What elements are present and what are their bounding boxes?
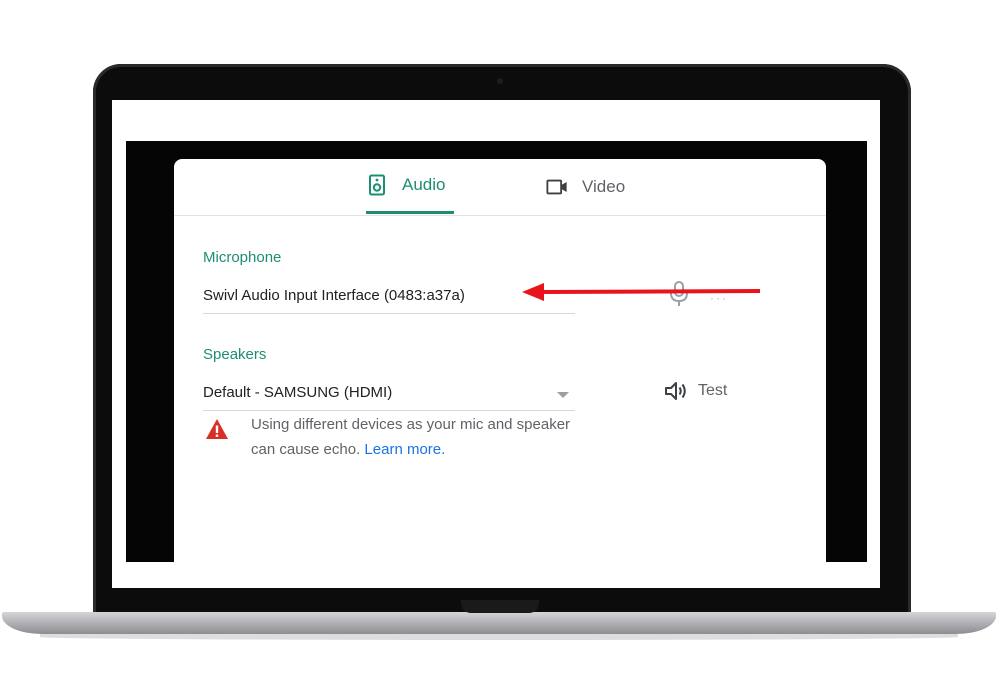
laptop-notch [461,600,539,613]
learn-more-link[interactable]: Learn more. [364,441,445,458]
microphone-select[interactable]: Swivl Audio Input Interface (0483:a37a) [203,281,575,314]
laptop-frame: Audio Video Microphone Swivl Audio Input… [0,0,998,700]
mic-level-indicator: ··· [710,291,728,305]
tab-video[interactable]: Video [546,159,646,215]
warning-text: Using different devices as your mic and … [251,412,581,462]
speakers-select[interactable]: Default - SAMSUNG (HDMI) [203,378,575,411]
speakers-selected-value: Default - SAMSUNG (HDMI) [203,384,393,401]
tab-audio-label: Audio [402,175,446,194]
tab-video-label: Video [582,177,626,196]
microphone-selected-value: Swivl Audio Input Interface (0483:a37a) [203,287,465,304]
laptop-base [2,612,996,634]
tab-audio[interactable]: Audio [366,159,454,214]
speakers-label: Speakers [203,346,267,363]
audio-settings-dialog: Audio Video Microphone Swivl Audio Input… [174,159,826,562]
test-speakers-button[interactable]: Test [664,378,727,404]
microphone-icon [670,281,688,306]
chevron-down-icon [557,392,569,398]
settings-tabs: Audio Video [174,159,826,216]
laptop-foot [40,634,958,640]
warning-icon [206,419,228,439]
microphone-label: Microphone [203,249,282,266]
test-label: Test [698,382,728,399]
volume-icon [665,382,686,400]
video-camera-icon [546,179,567,195]
webcam-dot [497,78,503,84]
speaker-box-icon [369,174,385,196]
